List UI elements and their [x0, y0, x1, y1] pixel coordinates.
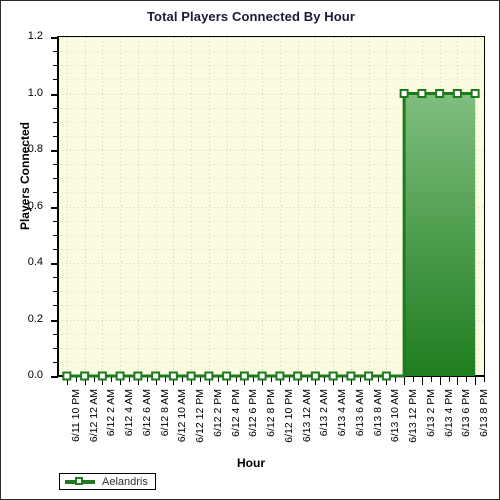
y-axis-tick-label: 0.4 — [27, 256, 43, 268]
x-axis-tick — [421, 377, 423, 385]
series-marker — [328, 371, 338, 381]
y-axis-tick — [51, 319, 58, 322]
chart-container: Total Players Connected By Hour 0.0 0.2 0.… — [0, 0, 500, 500]
series-marker — [168, 371, 178, 381]
series-marker — [204, 371, 214, 381]
x-axis-tick-label: 6/12 4 AM — [123, 389, 136, 437]
series-marker — [97, 371, 107, 381]
x-axis-tick-label: 6/13 2 PM — [424, 389, 437, 437]
x-axis-tick-label: 6/13 8 PM — [478, 389, 491, 437]
x-axis-tick-minor — [484, 377, 485, 382]
series-marker — [293, 371, 303, 381]
x-axis-tick-minor — [75, 377, 77, 382]
x-axis-tick-label: 6/13 6 PM — [460, 389, 473, 437]
series-marker — [381, 371, 391, 381]
series-marker — [257, 371, 267, 381]
x-axis-tick-minor — [235, 377, 237, 382]
x-axis-tick-label: 6/12 8 AM — [158, 389, 171, 437]
x-axis-tick-label: 6/12 6 AM — [140, 389, 153, 437]
x-axis-tick — [457, 377, 459, 385]
y-axis-title: Players Connected — [18, 121, 32, 231]
y-axis-tick — [51, 263, 58, 265]
x-axis-tick-label: 6/12 8 PM — [265, 389, 278, 437]
x-axis-tick-minor — [342, 377, 343, 382]
y-axis-tick — [51, 206, 58, 209]
y-axis-tick-label: 0.0 — [27, 369, 43, 381]
y-axis-tick-label: 0.2 — [27, 312, 43, 325]
x-axis-tick — [404, 377, 406, 385]
x-axis-tick-label: 6/12 12 AM — [87, 389, 100, 443]
y-axis-tick — [51, 37, 58, 39]
legend-marker — [75, 477, 83, 485]
series-marker — [151, 371, 161, 381]
series-marker — [417, 89, 427, 98]
y-axis-tick-label: 1.2 — [27, 30, 43, 42]
x-axis-tick — [475, 377, 477, 385]
x-axis-tick — [439, 377, 441, 385]
x-axis-tick-minor — [182, 377, 184, 382]
series-marker — [399, 89, 409, 98]
series-marker — [470, 89, 480, 98]
x-axis-tick-label: 6/12 10 PM — [282, 389, 295, 443]
series-marker — [364, 371, 374, 381]
series-marker — [435, 89, 445, 98]
x-axis-tick-label: 6/12 6 PM — [247, 389, 260, 437]
legend-label-aelandris: Aelandris — [102, 475, 148, 488]
x-axis-tick-minor — [164, 377, 166, 382]
series-marker — [186, 371, 196, 381]
x-axis-title: Hour — [237, 456, 265, 470]
x-axis-tick-minor — [93, 377, 95, 382]
y-axis-tick — [51, 150, 58, 152]
series-marker — [133, 371, 143, 381]
x-axis-tick-label: 6/13 10 AM — [389, 389, 402, 443]
x-axis-tick-minor — [217, 377, 219, 382]
x-axis-tick-label: 6/13 12 AM — [300, 389, 313, 443]
x-axis-tick-label: 6/12 2 AM — [105, 389, 118, 437]
x-axis-tick-label: 6/13 12 PM — [407, 389, 420, 443]
x-axis-tick-label: 6/12 2 PM — [211, 389, 224, 437]
series-marker — [452, 89, 462, 98]
x-axis-tick-label: 6/13 4 PM — [442, 389, 455, 437]
x-axis-tick-minor — [253, 377, 255, 382]
series-marker — [115, 371, 125, 381]
x-axis-tick-minor — [448, 377, 450, 382]
x-axis-tick-minor — [111, 377, 113, 382]
series-marker — [80, 371, 90, 381]
x-axis-tick-minor — [146, 377, 148, 382]
x-axis-tick-minor — [271, 377, 272, 382]
legend: Aelandris — [59, 473, 156, 490]
x-axis-tick-minor — [200, 377, 201, 382]
y-axis-tick — [51, 376, 58, 378]
x-axis-tick-label: 6/12 10 AM — [176, 389, 189, 443]
chart-title: Total Players Connected By Hour — [146, 9, 355, 24]
x-axis-tick-minor — [430, 377, 432, 382]
series-marker — [62, 371, 72, 381]
x-axis-tick-label: 6/13 4 AM — [336, 389, 349, 437]
series-area-aelandris — [66, 93, 476, 376]
x-axis-tick-minor — [306, 377, 308, 382]
x-axis-tick-minor — [324, 377, 326, 382]
x-axis-tick-minor — [466, 377, 468, 382]
x-axis-tick-minor — [288, 377, 290, 382]
x-axis-tick-label: 6/11 10 PM — [69, 389, 82, 442]
x-axis-tick-label: 6/13 2 AM — [318, 389, 331, 437]
x-axis-tick-label: 6/12 12 PM — [194, 389, 207, 443]
y-axis-tick — [51, 93, 58, 96]
x-axis-tick-minor — [377, 377, 379, 382]
series-marker — [346, 371, 356, 381]
series-plot — [62, 89, 480, 381]
legend-swatch-aelandris — [65, 476, 95, 487]
axis-right-border — [484, 36, 485, 377]
series-marker — [275, 371, 285, 381]
x-axis-tick-minor — [413, 377, 414, 382]
x-axis-tick-label: 6/13 6 AM — [353, 389, 366, 437]
x-axis-tick-minor — [129, 377, 130, 382]
x-axis-tick-label: 6/13 8 AM — [371, 389, 384, 437]
x-axis-tick-minor — [359, 377, 361, 382]
series-marker — [239, 371, 249, 381]
x-axis-tick-label: 6/12 4 PM — [229, 389, 242, 437]
series-marker — [222, 371, 232, 381]
series-marker — [310, 371, 320, 381]
x-axis-tick-minor — [395, 377, 397, 382]
